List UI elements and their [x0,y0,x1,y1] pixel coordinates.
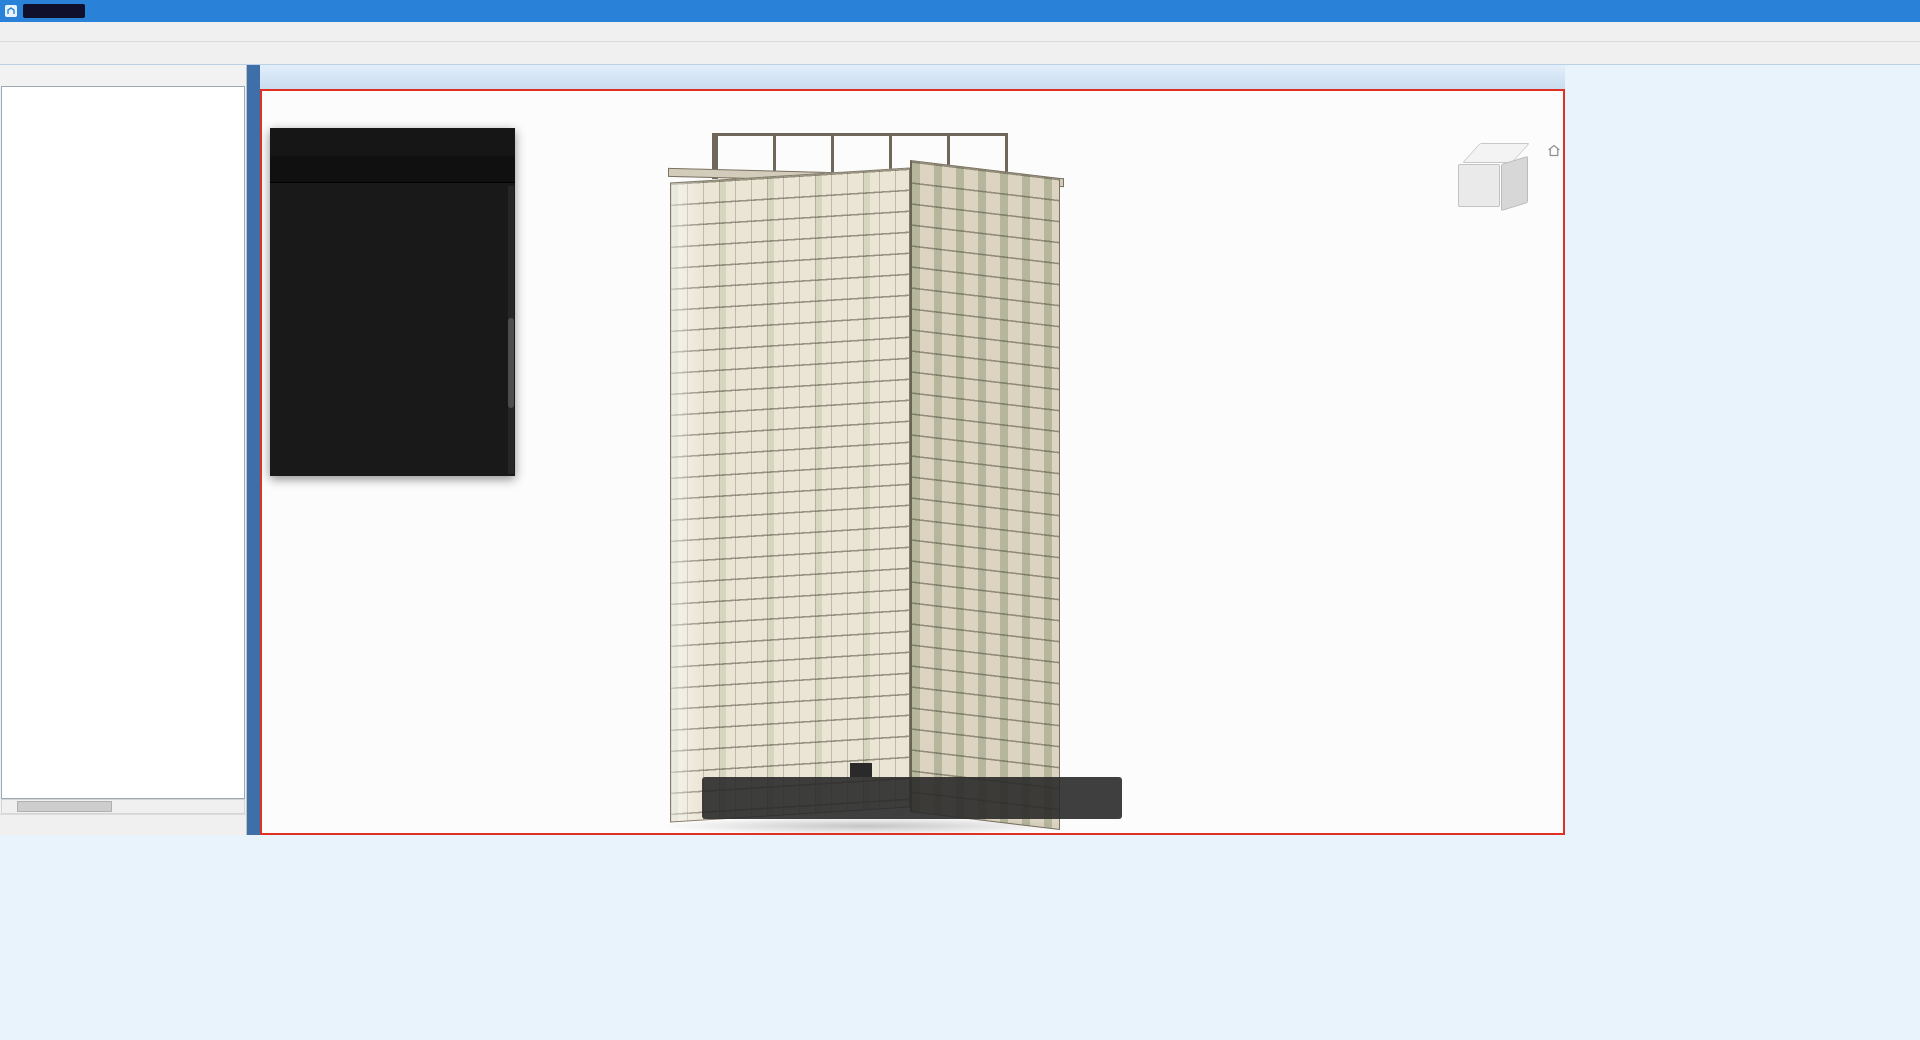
redacted-logo [23,4,85,18]
minimize-button[interactable] [1785,0,1830,22]
app-logo-icon [4,4,18,18]
model-review-area [260,65,1565,835]
building-shadow [658,817,1072,835]
main-tab-bar [0,42,1920,65]
building-left-facade [670,167,910,822]
catalog-header [270,128,515,156]
catalog-list [270,183,515,476]
building-right-facade [910,160,1060,830]
drawing-info-panel [0,65,247,835]
cube-right-face[interactable] [1501,156,1528,211]
app-window [0,0,1920,1040]
drawing-tree [1,86,245,799]
catalog-panel [270,128,515,476]
catalog-scrollbar-thumb[interactable] [508,318,514,408]
document-tab-bar [260,65,1565,89]
scrollbar-track[interactable] [17,800,229,813]
home-view-icon[interactable] [1546,143,1562,161]
toolbar-flyout-notch [850,763,872,777]
left-panel-tabs [0,65,246,86]
building-model [654,129,1084,835]
content-area [0,65,1920,1040]
left-panel-footer [0,814,246,835]
window-controls [1785,0,1920,22]
horizontal-scrollbar[interactable] [1,799,245,814]
catalog-scrollbar[interactable] [508,186,514,474]
view-cube[interactable] [1454,139,1538,223]
menubar [0,22,1920,42]
catalog-tabs [270,156,515,183]
viewer-bottom-toolbar [702,777,1122,819]
panel-splitter[interactable] [247,65,260,835]
close-button[interactable] [1875,0,1920,22]
cube-front-face[interactable] [1458,164,1500,207]
scrollbar-thumb[interactable] [17,801,112,812]
model-viewer[interactable] [260,89,1565,835]
titlebar [0,0,1920,22]
maximize-button[interactable] [1830,0,1875,22]
